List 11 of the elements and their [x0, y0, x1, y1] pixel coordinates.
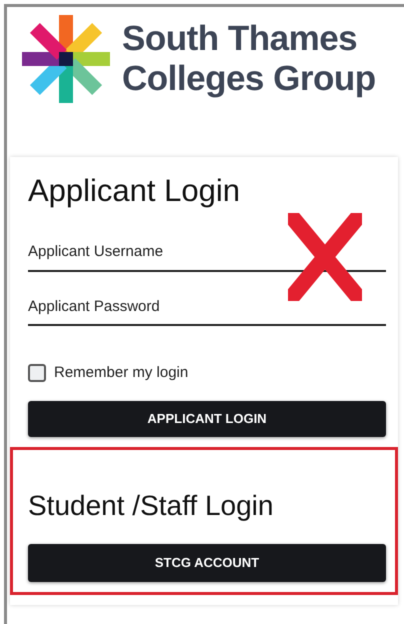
checkbox[interactable]	[28, 364, 46, 382]
card-heading: Student /Staff Login	[28, 488, 274, 523]
star-logo-icon	[22, 15, 110, 103]
input-field[interactable]: Applicant Password	[28, 296, 386, 326]
stcg-account-button[interactable]: STCG ACCOUNT	[28, 544, 386, 582]
checkbox-label: Remember my login	[54, 363, 188, 383]
logo-text: South Thames	[122, 19, 358, 59]
logo-text: Colleges Group	[122, 59, 376, 99]
applicant-login-button[interactable]: APPLICANT LOGIN	[28, 400, 386, 436]
card-heading: Applicant Login	[28, 172, 241, 210]
input-field[interactable]: Applicant Username	[28, 241, 386, 272]
